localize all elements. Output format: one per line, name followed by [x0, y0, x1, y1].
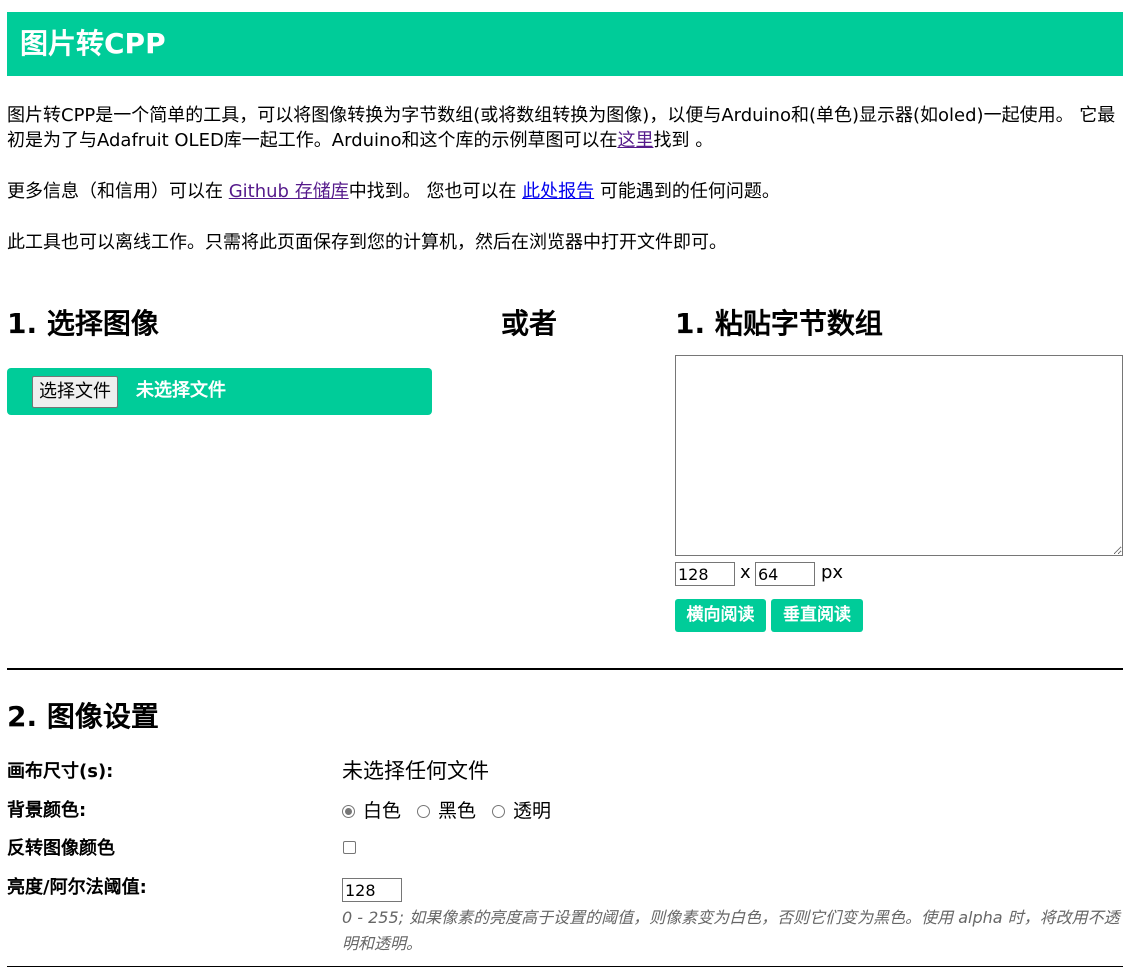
paste-bytes-heading: 1. 粘贴字节数组: [675, 307, 883, 340]
examples-link[interactable]: 这里: [617, 130, 653, 151]
intro-text: 中找到。 您也可以在: [348, 181, 523, 202]
height-input[interactable]: [755, 562, 815, 586]
canvas-size-label: 画布尺寸(s):: [7, 761, 114, 782]
bg-black-label: 黑色: [438, 800, 477, 822]
bg-transparent-radio[interactable]: [492, 804, 506, 818]
invert-colors-label: 反转图像颜色: [7, 838, 115, 859]
dimension-separator: x: [740, 562, 751, 583]
bg-transparent-label: 透明: [513, 800, 552, 822]
intro-text: 可能遇到的任何问题。: [594, 181, 780, 202]
background-color-options: 白色 黑色 透明: [342, 798, 567, 824]
image-settings-heading: 2. 图像设置: [7, 700, 159, 733]
intro-paragraph-1: 图片转CPP是一个简单的工具，可以将图像转换为字节数组(或将数组转换为图像)，以…: [7, 103, 1117, 153]
bg-white-radio[interactable]: [342, 804, 355, 818]
width-input[interactable]: [675, 562, 735, 586]
or-heading: 或者: [501, 307, 558, 340]
select-image-heading: 1. 选择图像: [7, 307, 159, 340]
bg-white-label: 白色: [363, 800, 402, 822]
intro-text: 图片转CPP是一个简单的工具，可以将图像转换为字节数组(或将数组转换为图像)，以…: [7, 105, 1116, 151]
intro-text: 更多信息（和信用）可以在: [7, 181, 229, 202]
bg-black-radio[interactable]: [417, 804, 431, 818]
invert-colors-checkbox[interactable]: [343, 841, 356, 854]
threshold-hint: 0 - 255; 如果像素的亮度高于设置的阈值，则像素变为白色，否则它们变为黑色…: [342, 908, 1120, 953]
section-divider: [7, 668, 1123, 670]
intro-text: 找到 。: [653, 130, 714, 151]
threshold-input[interactable]: [342, 878, 402, 902]
read-horizontal-button[interactable]: 横向阅读: [675, 599, 766, 632]
bottom-divider: [7, 966, 1123, 967]
background-color-label: 背景颜色:: [7, 800, 87, 821]
report-issue-link[interactable]: 此处报告: [522, 181, 594, 202]
intro-paragraph-2: 更多信息（和信用）可以在 Github 存储库中找到。 您也可以在 此处报告 可…: [7, 179, 1117, 204]
px-unit-label: px: [821, 562, 844, 583]
choose-file-button[interactable]: 选择文件: [32, 376, 118, 408]
page-title: 图片转CPP: [20, 27, 166, 60]
threshold-label: 亮度/阿尔法阈值:: [7, 877, 147, 898]
canvas-size-value: 未选择任何文件: [342, 759, 489, 783]
byte-array-textarea[interactable]: [675, 355, 1123, 556]
github-repo-link[interactable]: Github 存储库: [229, 181, 349, 202]
file-status-text: 未选择文件: [136, 380, 226, 401]
intro-paragraph-3: 此工具也可以离线工作。只需将此页面保存到您的计算机，然后在浏览器中打开文件即可。: [7, 232, 727, 253]
read-vertical-button[interactable]: 垂直阅读: [771, 599, 863, 632]
page-header: 图片转CPP: [7, 12, 1123, 76]
intro-section: 图片转CPP是一个简单的工具，可以将图像转换为字节数组(或将数组转换为图像)，以…: [7, 103, 1117, 255]
file-upload-box: 选择文件 未选择文件: [7, 368, 432, 415]
